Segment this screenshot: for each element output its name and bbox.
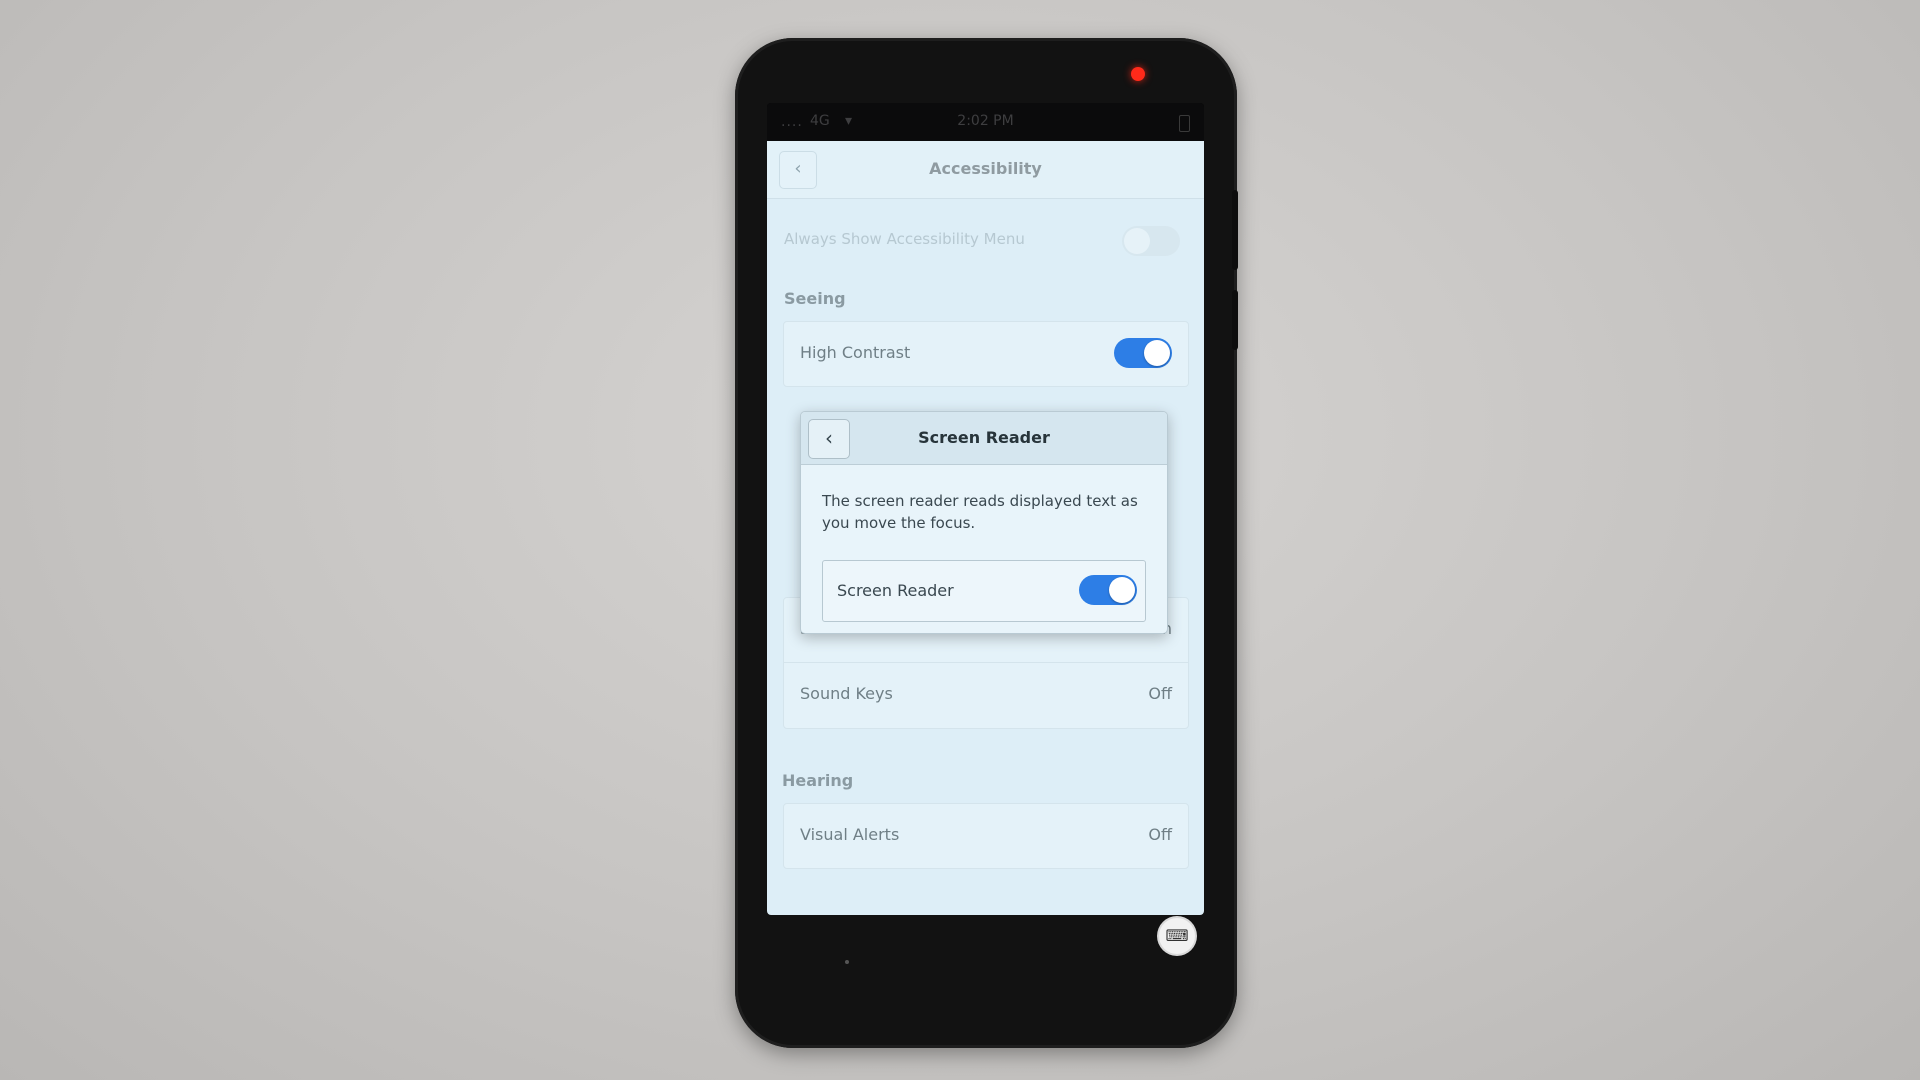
side-button: [1232, 190, 1238, 270]
sound-keys-label: Sound Keys: [800, 684, 893, 703]
high-contrast-row[interactable]: High Contrast: [784, 322, 1188, 386]
switch-knob: [1109, 577, 1135, 603]
nav-indicator: [845, 960, 849, 964]
camera-led: [1131, 67, 1145, 81]
switch-knob: [1124, 228, 1150, 254]
menu-toggle-row[interactable]: Always Show Accessibility Menu: [767, 221, 1204, 261]
screen-reader-toggle-row[interactable]: Screen Reader: [822, 560, 1146, 622]
keyboard-icon[interactable]: ⌨: [1159, 918, 1195, 954]
phone-screen: .... 4G ▾ 2:02 PM ‹ Accessibility Always…: [767, 103, 1204, 915]
visual-alerts-row[interactable]: Visual Alerts Off: [784, 804, 1188, 868]
visual-alerts-value: Off: [1148, 825, 1172, 844]
section-seeing-label: Seeing: [784, 289, 846, 308]
high-contrast-switch[interactable]: [1114, 338, 1172, 368]
page-title: Accessibility: [929, 159, 1042, 178]
visual-alerts-label: Visual Alerts: [800, 825, 900, 844]
battery-icon: [1179, 115, 1190, 132]
screen-reader-dialog: ‹ Screen Reader The screen reader reads …: [800, 411, 1168, 634]
header-bar: ‹ Accessibility: [767, 141, 1204, 199]
accessibility-settings: ‹ Accessibility Always Show Accessibilit…: [767, 141, 1204, 915]
hearing-options-card: Visual Alerts Off: [783, 803, 1189, 869]
sound-keys-row[interactable]: Sound Keys Off: [784, 663, 1188, 727]
status-bar: .... 4G ▾ 2:02 PM: [767, 103, 1204, 141]
dialog-title: Screen Reader: [918, 428, 1050, 447]
clock: 2:02 PM: [957, 113, 1014, 129]
high-contrast-card: High Contrast: [783, 321, 1189, 387]
screen-reader-toggle-label: Screen Reader: [837, 581, 954, 600]
screen-reader-toggle-switch[interactable]: [1079, 575, 1137, 605]
dialog-header: ‹ Screen Reader: [801, 412, 1167, 465]
menu-toggle-switch[interactable]: [1122, 226, 1180, 256]
dialog-description: The screen reader reads displayed text a…: [822, 492, 1138, 532]
switch-knob: [1144, 340, 1170, 366]
menu-toggle-label: Always Show Accessibility Menu: [784, 230, 1025, 248]
sound-keys-value: Off: [1148, 684, 1172, 703]
section-hearing-label: Hearing: [782, 771, 854, 790]
high-contrast-label: High Contrast: [800, 343, 911, 362]
side-button-lower: [1232, 290, 1238, 350]
